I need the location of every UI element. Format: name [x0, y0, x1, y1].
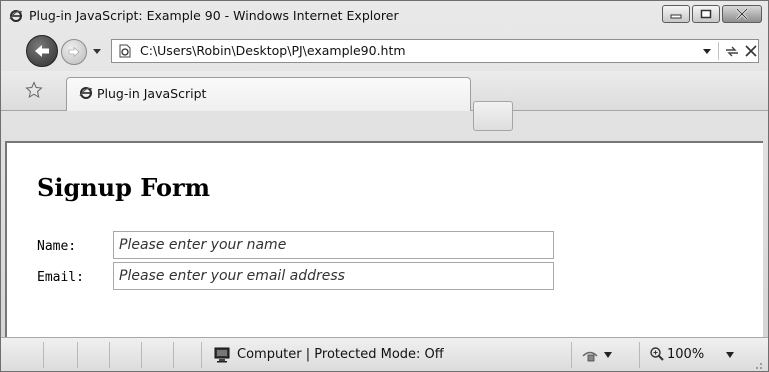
navigation-bar: C:\Users\Robin\Desktop\PJ\example90.htm	[1, 31, 768, 71]
title-bar[interactable]: Plug-in JavaScript: Example 90 - Windows…	[1, 1, 768, 31]
email-label: Email:	[37, 270, 84, 285]
status-divider	[639, 342, 640, 368]
favorites-star-icon[interactable]	[25, 81, 43, 99]
window-title: Plug-in JavaScript: Example 90 - Windows…	[29, 8, 399, 23]
address-dropdown-icon[interactable]	[702, 46, 712, 56]
maximize-button[interactable]	[692, 5, 720, 23]
address-separator	[718, 42, 719, 60]
recent-pages-dropdown-icon[interactable]	[91, 45, 103, 57]
forward-button[interactable]	[61, 39, 87, 65]
ie-logo-icon	[9, 10, 23, 22]
zoom-level[interactable]: 100%	[667, 347, 704, 362]
browser-window: Plug-in JavaScript: Example 90 - Windows…	[0, 0, 769, 372]
close-button[interactable]	[722, 5, 762, 23]
tab-bar: Plug-in JavaScript	[1, 71, 768, 111]
address-url[interactable]: C:\Users\Robin\Desktop\PJ\example90.htm	[140, 43, 406, 58]
status-divider	[173, 342, 174, 368]
tab-plug-in-javascript[interactable]: Plug-in JavaScript	[66, 77, 471, 111]
name-label: Name:	[37, 239, 84, 254]
status-divider	[109, 342, 110, 368]
zoom-icon[interactable]	[649, 346, 665, 362]
new-tab-button[interactable]	[473, 101, 513, 131]
address-bar[interactable]: C:\Users\Robin\Desktop\PJ\example90.htm	[111, 39, 759, 63]
close-icon	[736, 8, 748, 20]
resize-grip-icon[interactable]	[751, 358, 763, 370]
window-controls	[660, 5, 762, 25]
name-input[interactable]	[113, 231, 554, 259]
refresh-icon[interactable]	[724, 43, 740, 59]
page-content: Signup Form Name: Email:	[5, 141, 763, 337]
email-input[interactable]	[113, 262, 554, 290]
security-zone-text[interactable]: Computer | Protected Mode: Off	[237, 347, 444, 362]
minimize-icon	[670, 14, 682, 19]
status-divider	[571, 342, 572, 368]
status-divider	[77, 342, 78, 368]
tab-label: Plug-in JavaScript	[97, 86, 207, 101]
back-button[interactable]	[26, 35, 58, 67]
arrow-right-icon	[68, 46, 80, 58]
page-title: Signup Form	[37, 173, 211, 202]
chevron-down-icon[interactable]	[603, 351, 613, 359]
status-divider	[43, 342, 44, 368]
status-bar: Computer | Protected Mode: Off 100%	[1, 337, 768, 371]
chevron-down-icon[interactable]	[725, 351, 735, 359]
page-ie-icon	[119, 44, 131, 58]
status-divider	[141, 342, 142, 368]
maximize-icon	[700, 9, 712, 19]
status-divider	[201, 342, 202, 368]
computer-icon	[214, 347, 230, 363]
zone-settings-icon[interactable]	[581, 346, 599, 364]
ie-logo-icon	[79, 87, 93, 99]
minimize-button[interactable]	[662, 5, 690, 23]
arrow-left-icon	[35, 45, 49, 57]
stop-icon[interactable]	[744, 44, 758, 58]
